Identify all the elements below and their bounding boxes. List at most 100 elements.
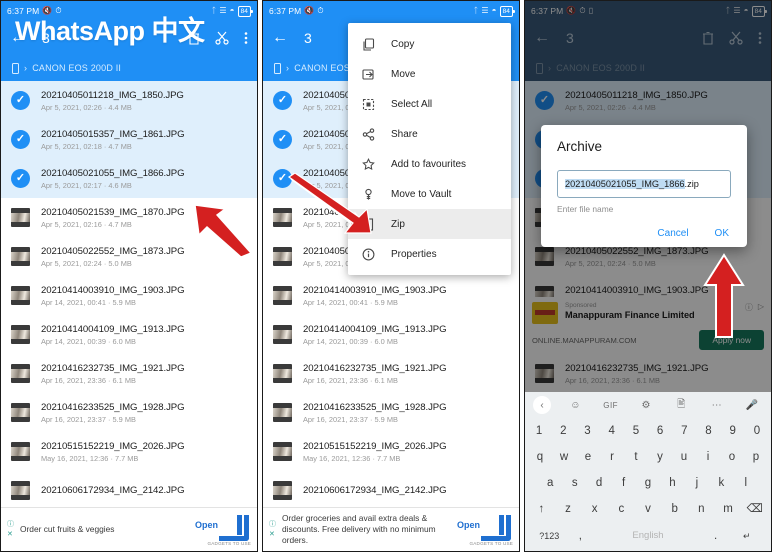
key-c[interactable]: c	[608, 501, 635, 517]
key-x[interactable]: x	[581, 501, 608, 517]
file-row[interactable]: 20210405022552_IMG_1873.JPGApr 5, 2021, …	[1, 237, 257, 276]
key-h[interactable]: h	[660, 475, 684, 491]
symbols-key[interactable]: ?123	[531, 528, 567, 544]
file-row[interactable]: 20210416233525_IMG_1928.JPGApr 16, 2021,…	[1, 393, 257, 432]
breadcrumb[interactable]: › CANON EOS 200D II	[1, 55, 257, 81]
num-key-6[interactable]: 6	[648, 423, 672, 439]
ad-info-icon[interactable]: ⓘ	[7, 521, 16, 528]
keyboard-row-3[interactable]: ↑ z x c v b n m ⌫	[525, 496, 771, 522]
check-icon[interactable]: ✓	[11, 91, 30, 110]
key-n[interactable]: n	[688, 501, 715, 517]
overflow-icon[interactable]	[244, 31, 248, 45]
num-key-9[interactable]: 9	[721, 423, 745, 439]
key-i[interactable]: i	[696, 449, 720, 465]
key-m[interactable]: m	[715, 501, 742, 517]
file-row[interactable]: 20210515152219_IMG_2026.JPGMay 16, 2021,…	[263, 432, 519, 471]
num-key-7[interactable]: 7	[672, 423, 696, 439]
key-w[interactable]: w	[552, 449, 576, 465]
key-s[interactable]: s	[562, 475, 586, 491]
key-b[interactable]: b	[661, 501, 688, 517]
ad-cta-open[interactable]: Open GADGETS TO USE	[457, 514, 513, 546]
file-row[interactable]: 20210414003910_IMG_1903.JPGApr 14, 2021,…	[1, 276, 257, 315]
file-row[interactable]: 20210414004109_IMG_1913.JPGApr 14, 2021,…	[1, 315, 257, 354]
ad-banner-panel1[interactable]: ⓘ ✕ Order cut fruits & veggies Open GADG…	[1, 507, 257, 551]
key-u[interactable]: u	[672, 449, 696, 465]
file-row[interactable]: ✓ 20210405021055_IMG_1866.JPGApr 5, 2021,…	[1, 159, 257, 198]
menu-item-add-to-favourites[interactable]: Add to favourites	[348, 149, 511, 179]
file-row[interactable]: 20210606172934_IMG_2142.JPG	[263, 471, 519, 510]
ok-button[interactable]: OK	[715, 228, 729, 239]
gif-icon[interactable]: GIF	[600, 396, 622, 414]
num-key-4[interactable]: 4	[600, 423, 624, 439]
keyboard-row-1[interactable]: qwertyuiop	[525, 444, 771, 470]
key-a[interactable]: a	[538, 475, 562, 491]
comma-key[interactable]: ,	[567, 528, 593, 544]
menu-item-select-all[interactable]: Select All	[348, 89, 511, 119]
key-v[interactable]: v	[635, 501, 662, 517]
ad-close-icon[interactable]: ✕	[269, 531, 278, 538]
menu-item-properties[interactable]: Properties	[348, 239, 511, 269]
ad-cta-open[interactable]: Open GADGETS TO USE	[195, 514, 251, 546]
num-key-3[interactable]: 3	[575, 423, 599, 439]
key-⌫[interactable]: ⌫	[741, 501, 768, 517]
filename-input[interactable]: 20210405021055_IMG_1866 .zip	[557, 170, 731, 198]
file-row[interactable]: 20210414004109_IMG_1913.JPGApr 14, 2021,…	[263, 315, 519, 354]
key-k[interactable]: k	[709, 475, 733, 491]
menu-item-zip[interactable]: Zip	[348, 209, 511, 239]
key-z[interactable]: z	[555, 501, 582, 517]
file-row[interactable]: 20210416232735_IMG_1921.JPG Apr 16, 2021,…	[263, 354, 519, 393]
check-icon[interactable]: ✓	[273, 91, 292, 110]
sticker-icon[interactable]: ☺	[564, 396, 586, 414]
breadcrumb-path[interactable]: CANON EOS 200D II	[32, 63, 121, 73]
context-menu[interactable]: Copy Move Select All Share Add to favourites…	[348, 23, 511, 275]
check-icon[interactable]: ✓	[11, 169, 30, 188]
space-key[interactable]: English	[593, 528, 702, 544]
translate-icon[interactable]: 🖹	[670, 396, 692, 414]
keyboard-row-numbers[interactable]: 1234567890	[525, 418, 771, 444]
on-screen-keyboard[interactable]: ‹ ☺ GIF ⚙ 🖹 ⋯ 🎤 1234567890 qwertyuiop as…	[525, 392, 771, 551]
gear-icon[interactable]: ⚙	[635, 396, 657, 414]
key-l[interactable]: l	[734, 475, 758, 491]
key-r[interactable]: r	[600, 449, 624, 465]
key-p[interactable]: p	[744, 449, 768, 465]
file-row[interactable]: 20210414003910_IMG_1903.JPGApr 14, 2021,…	[263, 276, 519, 315]
file-row[interactable]: 20210416232735_IMG_1921.JPG Apr 16, 2021,…	[1, 354, 257, 393]
cut-icon[interactable]	[215, 31, 229, 45]
ad-close-icon[interactable]: ✕	[7, 531, 16, 538]
mic-icon[interactable]: 🎤	[741, 396, 763, 414]
check-icon[interactable]: ✓	[11, 130, 30, 149]
file-row[interactable]: 20210606172934_IMG_2142.JPG	[1, 471, 257, 510]
num-key-5[interactable]: 5	[624, 423, 648, 439]
file-row[interactable]: 20210416233525_IMG_1928.JPGApr 16, 2021,…	[263, 393, 519, 432]
file-row[interactable]: 20210405021539_IMG_1870.JPGApr 5, 2021, …	[1, 198, 257, 237]
keyboard-row-2[interactable]: asdfghjkl	[525, 470, 771, 496]
file-row[interactable]: 20210515152219_IMG_2026.JPGMay 16, 2021,…	[1, 432, 257, 471]
menu-item-move-to-vault[interactable]: Move to Vault	[348, 179, 511, 209]
check-icon[interactable]: ✓	[273, 130, 292, 149]
key-d[interactable]: d	[587, 475, 611, 491]
key-q[interactable]: q	[528, 449, 552, 465]
key-f[interactable]: f	[611, 475, 635, 491]
back-chevron-icon[interactable]: ‹	[533, 396, 551, 414]
file-row[interactable]: ✓ 20210405011218_IMG_1850.JPGApr 5, 2021,…	[1, 81, 257, 120]
file-list[interactable]: ✓20210405011218_IMG_1850.JPGApr 5, 2021,…	[1, 81, 257, 510]
keyboard-toolbar[interactable]: ‹ ☺ GIF ⚙ 🖹 ⋯ 🎤	[525, 392, 771, 418]
menu-item-copy[interactable]: Copy	[348, 29, 511, 59]
keyboard-row-4[interactable]: ?123 , English . ↵	[525, 522, 771, 548]
ad-info-icon[interactable]: ⓘ	[269, 521, 278, 528]
key-t[interactable]: t	[624, 449, 648, 465]
cancel-button[interactable]: Cancel	[657, 228, 688, 239]
menu-item-move[interactable]: Move	[348, 59, 511, 89]
num-key-1[interactable]: 1	[527, 423, 551, 439]
key-j[interactable]: j	[685, 475, 709, 491]
ad-banner-panel2[interactable]: ⓘ ✕ Order groceries and avail extra deal…	[263, 507, 519, 551]
key-g[interactable]: g	[636, 475, 660, 491]
key-e[interactable]: e	[576, 449, 600, 465]
check-icon[interactable]: ✓	[273, 169, 292, 188]
period-key[interactable]: .	[703, 528, 729, 544]
key-y[interactable]: y	[648, 449, 672, 465]
num-key-8[interactable]: 8	[696, 423, 720, 439]
num-key-0[interactable]: 0	[745, 423, 769, 439]
num-key-2[interactable]: 2	[551, 423, 575, 439]
back-button[interactable]: ←	[272, 30, 288, 46]
